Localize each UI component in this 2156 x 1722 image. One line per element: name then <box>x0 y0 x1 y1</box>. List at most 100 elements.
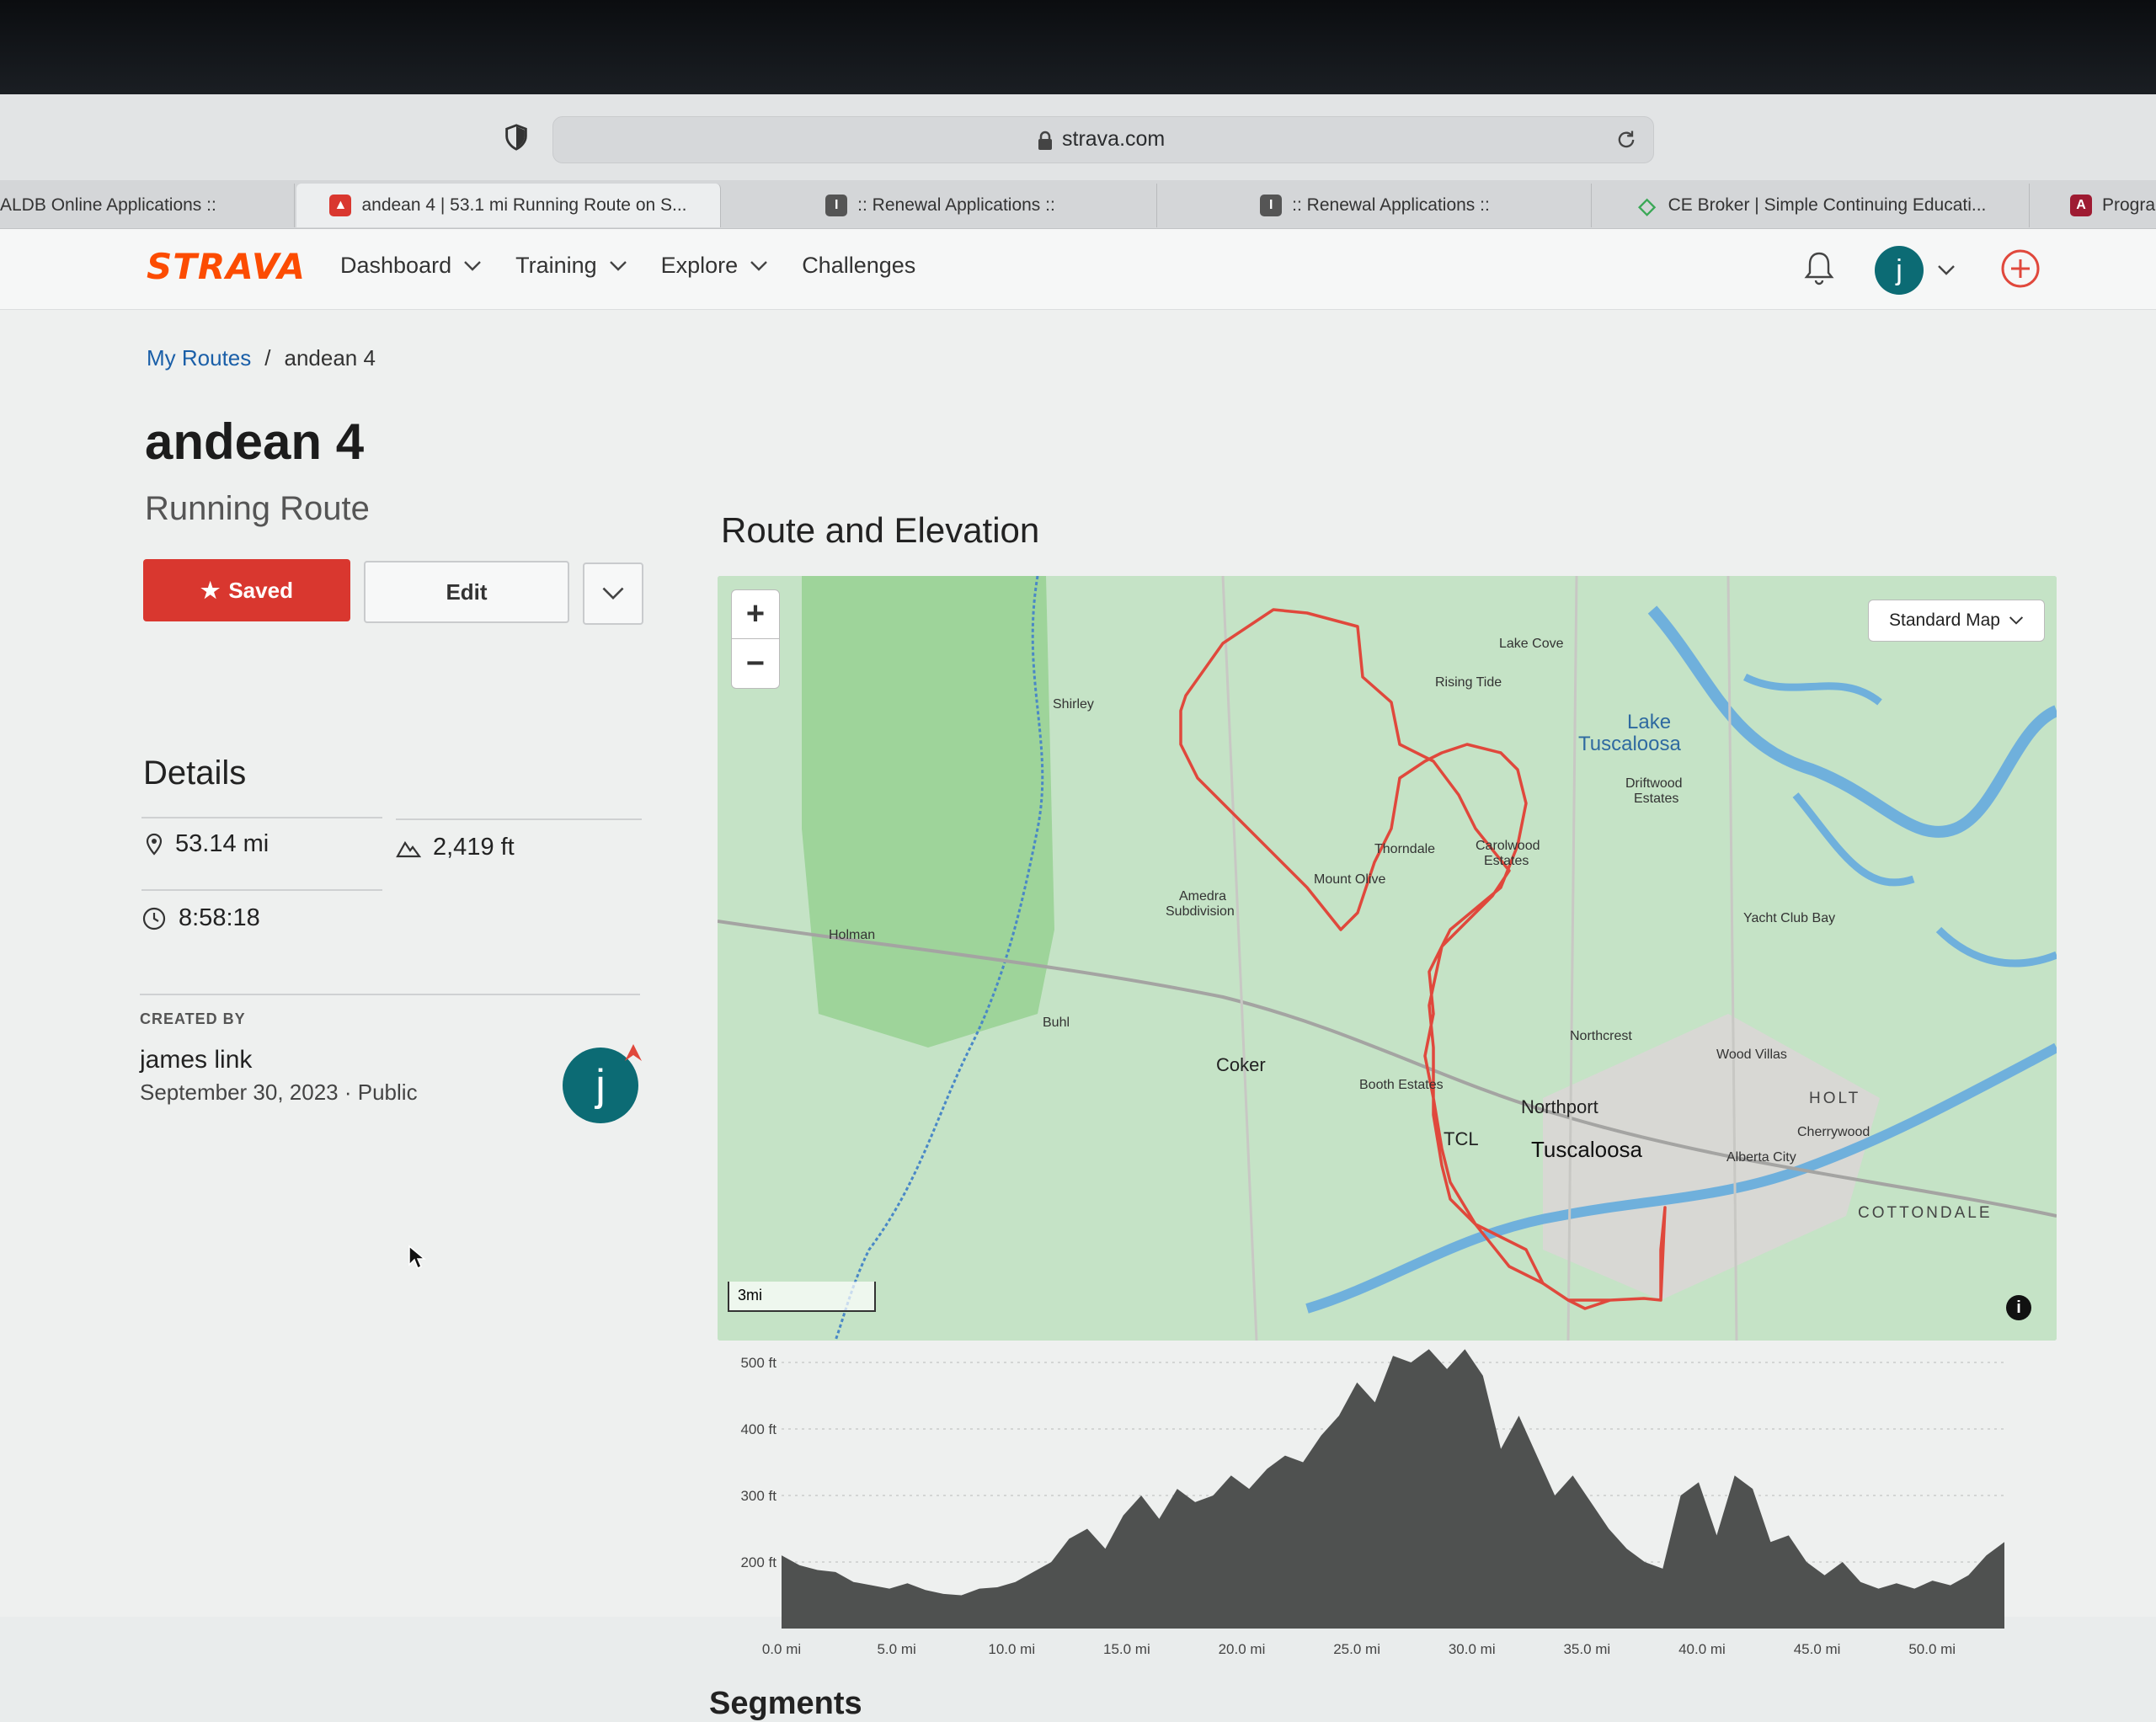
map-canvas <box>718 576 2057 1341</box>
info-icon[interactable]: i <box>2006 1295 2031 1320</box>
nav-label: Dashboard <box>340 253 452 278</box>
map-label: Subdivision <box>1166 904 1235 919</box>
edit-button[interactable]: Edit <box>364 561 569 623</box>
breadcrumb-current: andean 4 <box>284 345 376 371</box>
nav-dashboard[interactable]: Dashboard <box>340 253 482 279</box>
divider <box>141 889 382 891</box>
lock-icon <box>1038 131 1052 150</box>
saved-button[interactable]: ★ Saved <box>143 559 350 621</box>
map-label: Thorndale <box>1374 842 1436 856</box>
map-label: Holman <box>829 928 876 942</box>
route-map[interactable]: + − Standard Map Shirley Lake Cove Risin… <box>718 576 2057 1341</box>
tab-bar: ALDB Online Applications :: ▲ andean 4 |… <box>0 180 2156 229</box>
shield-icon[interactable] <box>502 123 531 152</box>
elevation-profile-area <box>782 1349 2004 1629</box>
map-label: Amedra <box>1179 889 1227 904</box>
route-meta: September 30, 2023 · Public <box>140 1080 418 1106</box>
tab-title: CE Broker | Simple Continuing Educati... <box>1668 195 1987 215</box>
map-style-select[interactable]: Standard Map <box>1868 600 2045 642</box>
map-label: Shirley <box>1053 697 1094 712</box>
elevation-chart[interactable]: 500 ft 400 ft 300 ft 200 ft 0.0 mi 5.0 mi 10.0… <box>707 1342 2021 1662</box>
map-label: Lake <box>1627 711 1672 733</box>
address-bar[interactable]: strava.com <box>552 116 1654 163</box>
elevation-x-tick: 5.0 mi <box>877 1641 915 1657</box>
map-style-label: Standard Map <box>1889 610 2000 630</box>
more-options-button[interactable] <box>583 562 643 625</box>
author-name[interactable]: james link <box>140 1046 252 1074</box>
chevron-down-icon <box>2009 616 2024 625</box>
nav-explore[interactable]: Explore <box>661 253 769 279</box>
breadcrumb-separator: / <box>264 345 271 371</box>
map-label: Northcrest <box>1570 1029 1632 1043</box>
elevation-x-tick: 35.0 mi <box>1563 1641 1610 1657</box>
tab-program[interactable]: A Program <box>2031 184 2156 227</box>
elevation-x-tick: 25.0 mi <box>1333 1641 1380 1657</box>
route-elevation-heading: Route and Elevation <box>721 510 1040 550</box>
tab-title: :: Renewal Applications :: <box>857 195 1055 215</box>
subscriber-badge-icon <box>625 1044 642 1061</box>
divider <box>396 818 642 820</box>
nav-training[interactable]: Training <box>515 253 627 279</box>
breadcrumb-my-routes[interactable]: My Routes <box>147 345 251 371</box>
map-label: Driftwood <box>1625 776 1683 791</box>
elevation-y-tick: 300 ft <box>740 1488 776 1504</box>
map-label: Tuscaloosa <box>1578 733 1681 755</box>
site-header: STRAVA Dashboard Training Explore Challe… <box>0 229 2156 310</box>
mouse-pointer-icon <box>408 1245 426 1270</box>
meta-separator: · <box>344 1080 358 1105</box>
elevation-value: 2,419 ft <box>433 834 515 861</box>
strava-logo[interactable]: STRAVA <box>147 246 306 287</box>
add-plus-icon[interactable] <box>1999 248 2041 290</box>
tab-ce-broker[interactable]: ◇ CE Broker | Simple Continuing Educati.… <box>1593 184 2030 227</box>
screen-bezel <box>0 0 2156 99</box>
nav-label: Training <box>515 253 597 278</box>
time-stat: 8:58:18 <box>141 904 260 932</box>
distance-stat: 53.14 mi <box>145 830 269 858</box>
map-label: Estates <box>1634 792 1679 806</box>
elevation-x-tick: 0.0 mi <box>762 1641 801 1657</box>
nav-label: Challenges <box>802 253 916 278</box>
elevation-y-tick: 400 ft <box>740 1421 776 1437</box>
url-text: strava.com <box>1062 127 1166 151</box>
map-label: HOLT <box>1809 1090 1861 1107</box>
chevron-down-icon <box>464 260 481 271</box>
location-pin-icon <box>146 833 163 856</box>
map-label: TCL <box>1444 1128 1479 1149</box>
map-label: Alberta City <box>1726 1150 1796 1165</box>
nav-challenges[interactable]: Challenges <box>802 253 915 279</box>
bell-icon[interactable] <box>1802 249 1836 286</box>
tab-renewal-2[interactable]: I :: Renewal Applications :: <box>1159 184 1592 227</box>
nav-label: Explore <box>660 253 739 278</box>
mountain-icon <box>396 840 421 857</box>
page-title: andean 4 <box>145 413 365 470</box>
created-date: September 30, 2023 <box>140 1080 339 1105</box>
strava-favicon-icon: ▲ <box>329 195 352 216</box>
program-favicon-icon: A <box>2070 195 2092 216</box>
zoom-out-button[interactable]: − <box>732 639 779 688</box>
map-label: COTTONDALE <box>1858 1204 1993 1222</box>
time-value: 8:58:18 <box>179 904 260 931</box>
reload-icon[interactable] <box>1614 128 1638 152</box>
tab-title: :: Renewal Applications :: <box>1292 195 1490 215</box>
tab-renewal-1[interactable]: I :: Renewal Applications :: <box>724 184 1157 227</box>
chevron-down-icon <box>609 260 627 271</box>
chevron-down-icon <box>602 587 624 600</box>
details-heading: Details <box>143 754 247 792</box>
map-label: Cherrywood <box>1797 1125 1870 1139</box>
distance-value: 53.14 mi <box>175 830 270 857</box>
user-avatar[interactable]: j <box>1875 246 1924 295</box>
map-label: Estates <box>1484 854 1529 868</box>
elevation-stat: 2,419 ft <box>396 834 515 861</box>
tab-aldb[interactable]: ALDB Online Applications :: <box>0 184 295 227</box>
divider <box>140 994 640 995</box>
zoom-in-button[interactable]: + <box>732 590 779 639</box>
clock-icon <box>142 907 166 930</box>
document-favicon-icon: I <box>825 195 848 216</box>
elevation-x-tick: 40.0 mi <box>1678 1641 1726 1657</box>
elevation-y-tick: 500 ft <box>740 1355 776 1371</box>
zoom-controls: + − <box>731 589 780 689</box>
chevron-down-icon[interactable] <box>1937 264 1956 276</box>
map-label: Lake Cove <box>1499 637 1564 651</box>
map-label: Carolwood <box>1476 839 1540 853</box>
tab-andean-route[interactable]: ▲ andean 4 | 53.1 mi Running Route on S.… <box>296 184 721 227</box>
